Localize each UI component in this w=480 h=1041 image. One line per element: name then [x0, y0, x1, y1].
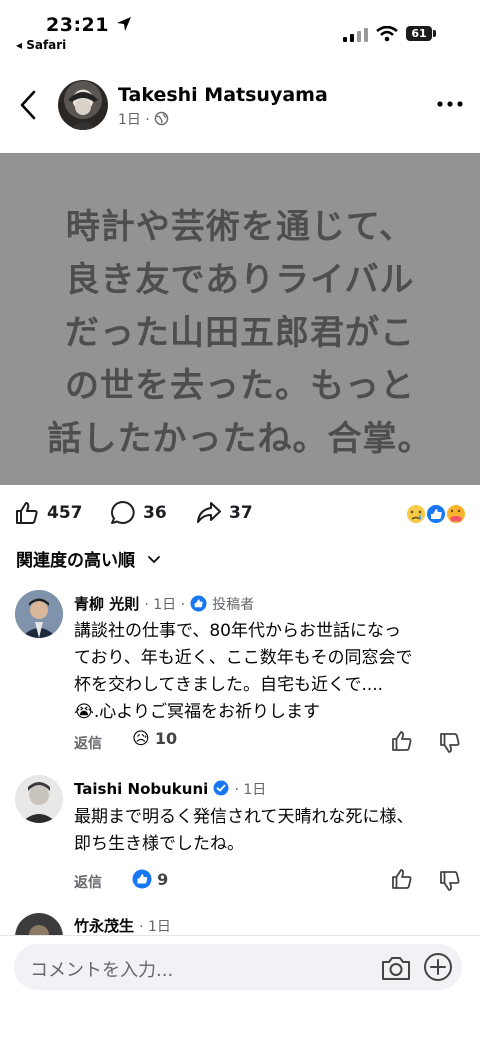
thumbs-up-outline-icon[interactable] [390, 867, 414, 891]
comment-author[interactable]: 青柳 光則 [74, 595, 139, 613]
comment-reaction[interactable]: 9 [132, 869, 168, 889]
post-image[interactable]: 時計や芸術を通じて、 良き友でありライバル だった山田五郎君がこ の世を去った。… [0, 153, 480, 485]
commenter-photo [15, 590, 63, 638]
verified-badge-icon [213, 780, 229, 796]
avatar-portrait [68, 92, 98, 130]
thumbs-up-outline-icon[interactable] [390, 729, 414, 753]
cellular-signal-icon [343, 28, 368, 42]
comment-line: 即ち生き様でしたね。 [74, 834, 244, 854]
comment-avatar[interactable] [15, 590, 63, 638]
commenter-photo [15, 775, 63, 823]
comment-line: 講談社の仕事で、80年代からお世話になっ [74, 621, 401, 641]
share-count[interactable]: 37 [229, 503, 253, 523]
comment-reaction[interactable]: 😥 10 [132, 729, 177, 749]
sad-reaction-icon [405, 503, 427, 525]
comment-bubble-icon[interactable] [110, 500, 136, 526]
like-reaction-icon [132, 869, 152, 889]
comment-count[interactable]: 36 [143, 503, 167, 523]
author-badge-label: 投稿者 [212, 597, 255, 613]
comment-header: 竹永茂生 · 1日 [74, 915, 171, 936]
comment-header: 青柳 光則 · 1日 · 投稿者 [74, 593, 254, 614]
thumbs-down-outline-icon[interactable] [438, 869, 462, 893]
comment-line: 😭.心よりご冥福をお祈りします [74, 702, 320, 722]
comment-header: Taishi Nobukuni · 1日 [74, 779, 266, 799]
comment-text: 最期まで明るく発信されて天晴れな死に様、 即ち生き様でしたね。 [74, 804, 474, 858]
location-arrow-icon [117, 17, 132, 31]
chevron-down-icon [148, 556, 160, 564]
back-chevron-icon[interactable] [14, 88, 44, 122]
like-count[interactable]: 457 [47, 503, 83, 523]
sort-label: 関連度の高い順 [16, 551, 135, 571]
reaction-summary[interactable] [404, 502, 468, 526]
back-to-safari[interactable]: ◂ Safari [16, 38, 66, 52]
commenter-photo [15, 913, 63, 936]
comment-time: · 1日 · [144, 597, 186, 613]
sort-dropdown[interactable]: 関連度の高い順 [16, 546, 161, 571]
battery-tip [433, 30, 436, 37]
comment-time: · 1日 [234, 782, 267, 798]
battery-indicator: 61 [406, 26, 432, 41]
crying-emoji: 😭 [74, 702, 94, 722]
more-dots-icon[interactable] [434, 94, 466, 114]
comment-line: ており、年も近く、ここ数年もその同窓会で [74, 648, 413, 668]
globe-icon [154, 111, 169, 126]
comment-author[interactable]: 竹永茂生 [74, 917, 134, 935]
reply-button[interactable]: 返信 [74, 733, 102, 753]
wifi-icon [376, 26, 398, 42]
thumbs-down-outline-icon[interactable] [438, 731, 462, 755]
comment-input-placeholder[interactable]: コメントを入力... [30, 956, 173, 982]
status-time: 23:21 [46, 14, 132, 36]
reply-button[interactable]: 返信 [74, 872, 102, 892]
post-meta: 1日 · [118, 109, 169, 129]
author-badge-icon [190, 595, 207, 612]
camera-icon[interactable] [380, 954, 412, 982]
comment-avatar[interactable] [15, 775, 63, 823]
author-avatar[interactable] [58, 80, 108, 130]
sad-reaction-emoji: 😥 [132, 729, 150, 749]
reaction-count: 9 [157, 870, 169, 889]
post-time: 1日 · [118, 112, 150, 128]
comment-text: 講談社の仕事で、80年代からお世話になっ ており、年も近く、ここ数年もその同窓会… [74, 618, 474, 726]
comment-line: 杯を交わしてきました。自宅も近くで.... [74, 675, 384, 695]
post-image-text: 時計や芸術を通じて、 良き友でありライバル だった山田五郎君がこ の世を去った。… [47, 207, 433, 459]
comment-author[interactable]: Taishi Nobukuni [74, 780, 208, 798]
like-icon[interactable] [14, 500, 40, 526]
comment-line: 最期まで明るく発信されて天晴れな死に様、 [74, 807, 414, 827]
plus-circle-icon[interactable] [423, 952, 453, 982]
reaction-count: 10 [154, 729, 178, 748]
comment-time: · 1日 [139, 919, 171, 935]
share-arrow-icon[interactable] [196, 500, 222, 526]
post-author-name[interactable]: Takeshi Matsuyama [118, 84, 328, 106]
comment-avatar[interactable] [15, 913, 63, 936]
